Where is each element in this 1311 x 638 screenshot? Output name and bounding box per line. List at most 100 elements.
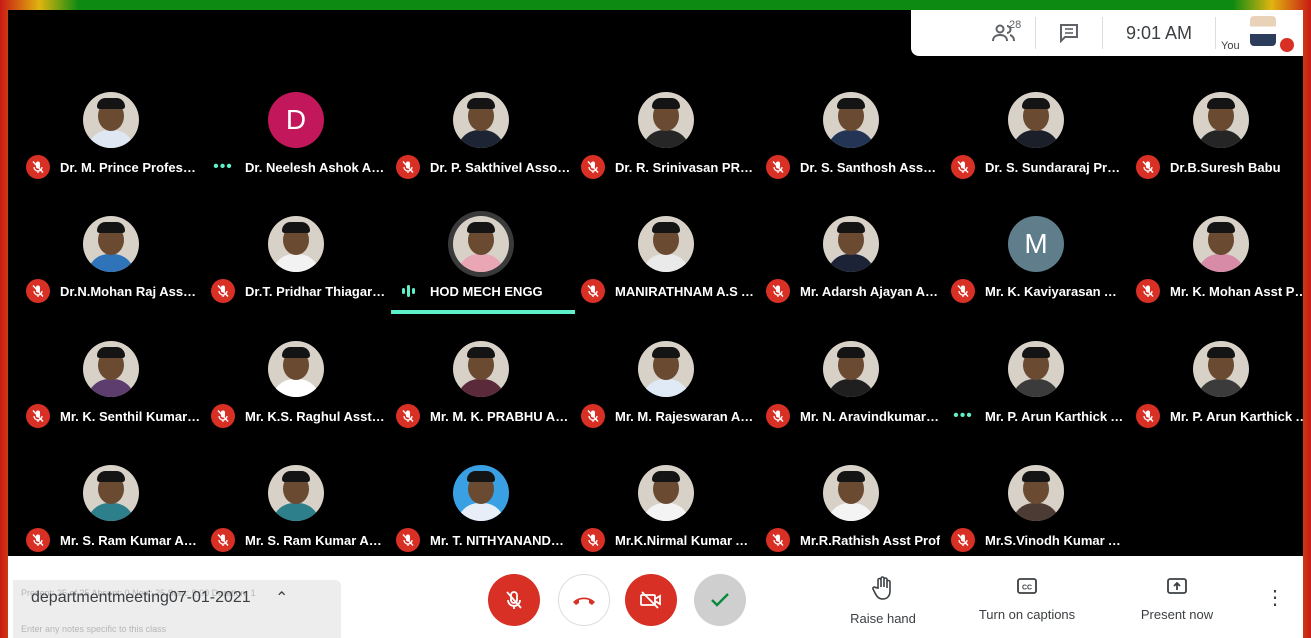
participant-tile[interactable]: Dr.N.Mohan Raj Associate: [18, 216, 203, 326]
participant-name: Dr. M. Prince Professor: [60, 159, 201, 175]
self-avatar: [1250, 16, 1276, 46]
participant-avatar: [638, 216, 694, 272]
people-button[interactable]: 28: [973, 10, 1035, 56]
participant-name-row: Dr. P. Sakthivel Asso Prof: [396, 154, 571, 180]
audio-idle-icon: •••: [213, 158, 233, 175]
present-icon: [1167, 578, 1187, 594]
participant-tile[interactable]: Mr. M. Rajeswaran Asst: [573, 341, 758, 451]
participant-tile[interactable]: Dr. S. Sundararaj Professor: [943, 92, 1128, 202]
clock-time: 9:01 AM: [1103, 17, 1216, 49]
muted-mic-icon: [766, 404, 790, 428]
participant-tile[interactable]: M Mr. K. Kaviyarasan Asst: [943, 216, 1128, 326]
participant-name-row: Mr. S. Ram Kumar Asst: [26, 527, 201, 553]
participant-tile[interactable]: Dr. S. Santhosh Asso Prof: [758, 92, 943, 202]
participant-avatar: [1008, 341, 1064, 397]
participant-avatar: [1193, 341, 1249, 397]
muted-mic-icon: [211, 404, 235, 428]
camera-toggle-button[interactable]: [625, 574, 677, 626]
muted-mic-icon: [951, 155, 975, 179]
muted-mic-icon: [766, 528, 790, 552]
participant-name-row: Mr.R.Rathish Asst Prof: [766, 527, 941, 553]
participant-name: Dr. S. Santhosh Asso Prof: [800, 159, 941, 175]
participant-avatar: [1193, 92, 1249, 148]
camera-off-icon: [640, 591, 661, 609]
captions-button[interactable]: CC Turn on captions: [967, 576, 1087, 622]
participant-tile[interactable]: Dr. R. Srinivasan PROF: [573, 92, 758, 202]
muted-mic-icon: [26, 279, 50, 303]
participant-tile[interactable]: Dr. P. Sakthivel Asso Prof: [388, 92, 573, 202]
participant-name: HOD MECH ENGG: [430, 283, 543, 299]
muted-mic-icon: [396, 404, 420, 428]
ghost-notes: Enter any notes specific to this class: [21, 624, 167, 634]
participant-name: Mr. K. Kaviyarasan Asst: [985, 283, 1126, 299]
participant-name: Mr. S. Ram Kumar Asst: [60, 532, 201, 548]
chat-icon: [1060, 24, 1078, 43]
mic-off-icon: [506, 591, 522, 609]
participant-avatar: [638, 92, 694, 148]
participant-name-row: Mr. K.S. Raghul Asst Prof: [211, 403, 386, 429]
you-label: You: [1221, 40, 1240, 52]
participant-avatar: [823, 465, 879, 521]
avatar-initial: D: [285, 104, 307, 135]
muted-mic-icon: [766, 155, 790, 179]
participant-tile[interactable]: Mr. M. K. PRABHU Asst: [388, 341, 573, 451]
participant-name-row: Mr. M. K. PRABHU Asst: [396, 403, 571, 429]
participant-avatar: [268, 341, 324, 397]
participant-tile[interactable]: Dr.T. Pridhar Thiagarajan: [203, 216, 388, 326]
leave-call-button[interactable]: [558, 574, 610, 626]
present-now-button[interactable]: Present now: [1117, 576, 1237, 622]
participant-tile[interactable]: Mr. K. Mohan Asst Prof: [1128, 216, 1303, 326]
participant-name: Mr. P. Arun Karthick Asst: [1170, 408, 1303, 424]
participant-tile[interactable]: Dr.B.Suresh Babu: [1128, 92, 1303, 202]
participant-tile[interactable]: Mr. P. Arun Karthick Asst: [1128, 341, 1303, 451]
participant-avatar: [1008, 92, 1064, 148]
participant-name: Mr. K.S. Raghul Asst Prof: [245, 408, 386, 424]
participant-tile[interactable]: Mr. N. Aravindkumar Asst: [758, 341, 943, 451]
participant-avatar: [823, 92, 879, 148]
participant-name-row: ••• Dr. Neelesh Ashok Assoc: [211, 154, 386, 180]
muted-mic-icon: [581, 155, 605, 179]
participant-name: Mr. T. NITHYANANDHAN: [430, 532, 571, 548]
more-options-icon[interactable]: ⋮: [1264, 586, 1286, 614]
raise-hand-label: Raise hand: [850, 611, 916, 626]
svg-text:CC: CC: [1022, 585, 1032, 592]
participant-tile[interactable]: Mr. K.S. Raghul Asst Prof: [203, 341, 388, 451]
participant-tile[interactable]: Mr. Adarsh Ajayan Asst Prof: [758, 216, 943, 326]
participant-name-row: Mr.S.Vinodh Kumar Asst: [951, 527, 1126, 553]
participant-name-row: Mr. K. Mohan Asst Prof: [1136, 278, 1303, 304]
participant-name: Mr. K. Senthil Kumar Asst: [60, 408, 201, 424]
participant-name-row: Mr. N. Aravindkumar Asst: [766, 403, 941, 429]
participant-avatar: [638, 341, 694, 397]
participant-name: Mr. M. Rajeswaran Asst: [615, 408, 756, 424]
microphone-toggle-button[interactable]: [488, 574, 540, 626]
muted-mic-icon: [581, 528, 605, 552]
participant-tile[interactable]: Mr. K. Senthil Kumar Asst: [18, 341, 203, 451]
participant-avatar: M: [1008, 216, 1064, 272]
participant-tile[interactable]: HOD MECH ENGG: [388, 216, 575, 326]
participant-tile[interactable]: D ••• Dr. Neelesh Ashok Assoc: [203, 92, 388, 202]
chat-button[interactable]: [1035, 17, 1103, 49]
captions-label: Turn on captions: [978, 607, 1076, 622]
participant-name: Mr.S.Vinodh Kumar Asst: [985, 532, 1126, 548]
participant-name-row: HOD MECH ENGG: [396, 278, 571, 304]
muted-mic-icon: [1136, 404, 1160, 428]
participant-name-row: MANIRATHNAM A.S Asst: [581, 278, 756, 304]
meeting-details-chip[interactable]: Present: 25 of 25 Absent: 0 New: 25 Star…: [13, 580, 341, 638]
muted-mic-icon: [396, 528, 420, 552]
participant-avatar: [1008, 465, 1064, 521]
participant-tile[interactable]: Dr. M. Prince Professor: [18, 92, 203, 202]
participant-tile[interactable]: ••• Mr. P. Arun Karthick Asst: [943, 341, 1128, 451]
self-view[interactable]: You: [1216, 10, 1294, 56]
muted-mic-icon: [766, 279, 790, 303]
participant-name: Mr.K.Nirmal Kumar Asst: [615, 532, 756, 548]
participant-name-row: Mr.K.Nirmal Kumar Asst: [581, 527, 756, 553]
participant-name: Mr.R.Rathish Asst Prof: [800, 532, 941, 548]
confirm-button[interactable]: [694, 574, 746, 626]
participant-avatar: [823, 341, 879, 397]
chevron-up-icon[interactable]: ⌃: [275, 588, 288, 608]
raise-hand-button[interactable]: Raise hand: [823, 576, 943, 626]
participant-name-row: Mr. T. NITHYANANDHAN: [396, 527, 571, 553]
participant-name: Mr. Adarsh Ajayan Asst Prof: [800, 283, 941, 299]
participant-tile[interactable]: MANIRATHNAM A.S Asst: [573, 216, 758, 326]
participant-name-row: Dr. S. Sundararaj Professor: [951, 154, 1126, 180]
